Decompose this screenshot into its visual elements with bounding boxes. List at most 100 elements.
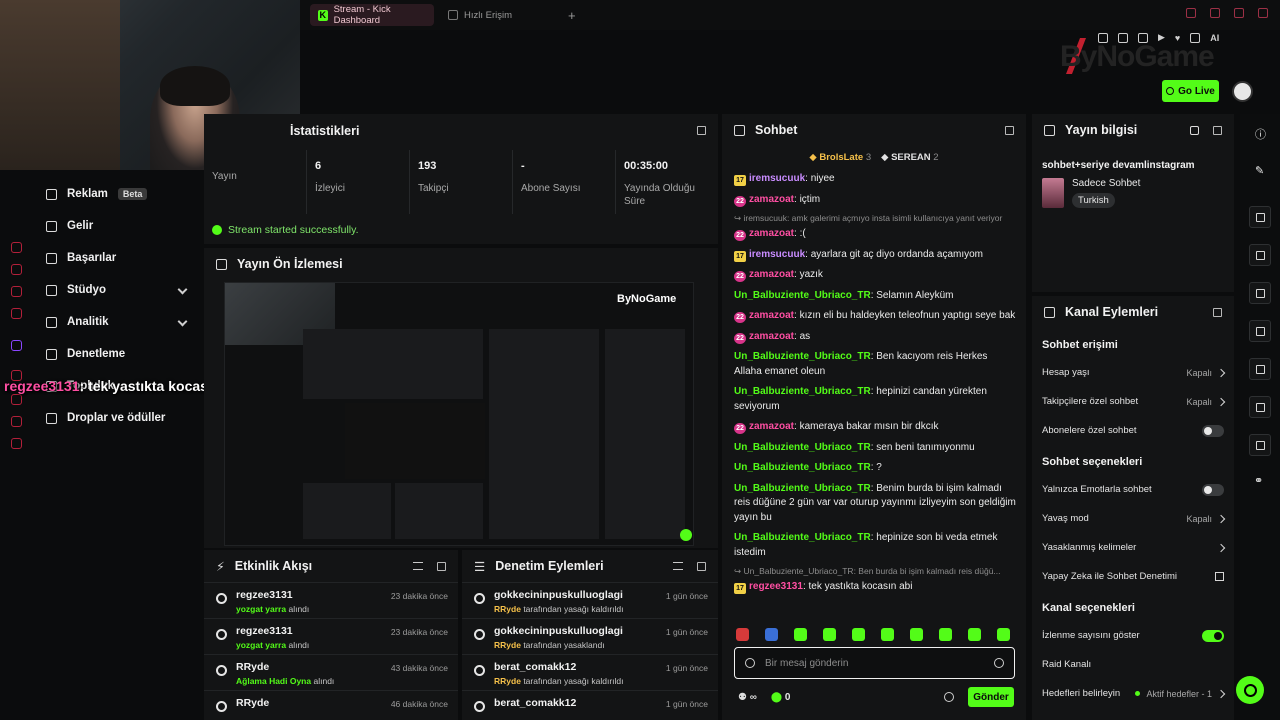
- chat-username[interactable]: iremsucuuk: [749, 249, 805, 260]
- sidebar-item-denetleme[interactable]: Denetleme: [36, 338, 196, 370]
- close-icon[interactable]: [1258, 8, 1268, 18]
- chat-username[interactable]: iremsucuuk: [749, 173, 805, 184]
- leader-1[interactable]: ◆ BrolsLate 3: [809, 152, 871, 163]
- emote-icon[interactable]: [968, 628, 981, 641]
- tab-kick-dashboard[interactable]: K Stream - Kick Dashboard: [310, 4, 434, 26]
- rail-live-icon[interactable]: [11, 242, 22, 253]
- sidebar-item-basarilar[interactable]: Başarılar: [36, 242, 196, 274]
- chat-username[interactable]: Un_Balbuziente_Ubriaco_TR: [734, 483, 871, 494]
- sidebar-item-analitik[interactable]: Analitik: [36, 306, 196, 338]
- rail-modlog-button[interactable]: [1249, 282, 1271, 304]
- rail-layout-button[interactable]: [1249, 396, 1271, 418]
- setting-row[interactable]: Hedefleri belirleyin Aktif hedefler - 1: [1032, 679, 1234, 708]
- go-live-button[interactable]: Go Live: [1162, 80, 1219, 102]
- filter-icon[interactable]: [413, 562, 423, 570]
- emote-icon[interactable]: [765, 628, 778, 641]
- rail-activity-button[interactable]: [1249, 244, 1271, 266]
- popout-icon[interactable]: [1213, 307, 1222, 317]
- popout-icon[interactable]: [697, 561, 706, 571]
- send-button[interactable]: Gönder: [968, 687, 1014, 707]
- setting-row[interactable]: İzlenme sayısını göster: [1032, 621, 1234, 650]
- rail-chat-icon[interactable]: [11, 286, 22, 297]
- avatar[interactable]: [1232, 81, 1253, 102]
- sidebar-item-droplar[interactable]: Droplar ve ödüller: [36, 402, 196, 434]
- rail-chat-button[interactable]: [1249, 320, 1271, 342]
- chat-username[interactable]: zamazoat: [749, 331, 794, 342]
- chat-username[interactable]: zamazoat: [749, 310, 794, 321]
- toggle-switch[interactable]: [1202, 424, 1224, 437]
- search-icon[interactable]: [1186, 8, 1196, 18]
- new-tab-plus-icon[interactable]: +: [568, 8, 576, 23]
- help-button[interactable]: [1236, 676, 1264, 704]
- chat-username[interactable]: Un_Balbuziente_Ubriaco_TR: [734, 442, 871, 453]
- chat-username[interactable]: zamazoat: [749, 421, 794, 432]
- chat-username[interactable]: Un_Balbuziente_Ubriaco_TR: [734, 290, 871, 301]
- emote-icon[interactable]: [736, 628, 749, 641]
- setting-row[interactable]: Yasaklanmış kelimeler: [1032, 533, 1234, 562]
- chat-username[interactable]: Un_Balbuziente_Ubriaco_TR: [734, 386, 871, 397]
- emote-icon[interactable]: [823, 628, 836, 641]
- chat-username[interactable]: Un_Balbuziente_Ubriaco_TR: [734, 532, 871, 543]
- toggle-switch[interactable]: [1202, 483, 1224, 496]
- popout-icon[interactable]: [697, 125, 706, 135]
- setting-row[interactable]: Hesap yaşı Kapalı: [1032, 358, 1234, 387]
- section-title: Kanal seçenekleri: [1042, 602, 1135, 614]
- users-infinity-icon[interactable]: ⚉ ∞: [738, 692, 757, 703]
- stream-preview-video[interactable]: ByNoGame: [224, 282, 694, 546]
- chat-username[interactable]: zamazoat: [749, 269, 794, 280]
- setting-row[interactable]: Abonelere özel sohbet: [1032, 416, 1234, 445]
- chat-input-box[interactable]: [734, 647, 1015, 679]
- timeout-icon: [474, 701, 485, 712]
- chat-mode-icon[interactable]: [745, 658, 755, 668]
- chat-username[interactable]: zamazoat: [749, 228, 794, 239]
- info-icon[interactable]: ⓘ: [1255, 126, 1266, 142]
- rail-bell-icon[interactable]: [11, 416, 22, 427]
- chat-username[interactable]: zamazoat: [749, 194, 794, 205]
- gear-icon[interactable]: [944, 692, 954, 702]
- emote-icon[interactable]: [939, 628, 952, 641]
- emote-icon[interactable]: [881, 628, 894, 641]
- minimize-icon[interactable]: [1210, 8, 1220, 18]
- pencil-icon[interactable]: ✎: [1255, 164, 1264, 177]
- maximize-icon[interactable]: [1234, 8, 1244, 18]
- toggle-switch[interactable]: [1202, 629, 1224, 642]
- share-icon[interactable]: ⚭: [1254, 474, 1263, 487]
- setting-label: Raid Kanalı: [1042, 659, 1092, 670]
- setting-row[interactable]: Takipçilere özel sohbet Kapalı: [1032, 387, 1234, 416]
- chat-username[interactable]: Un_Balbuziente_Ubriaco_TR: [734, 462, 871, 473]
- feed-detail: yozgat yarra alındı: [236, 640, 310, 650]
- emote-icon[interactable]: [997, 628, 1010, 641]
- rail-code-button[interactable]: [1249, 358, 1271, 380]
- filter-icon[interactable]: [673, 562, 683, 570]
- points-display[interactable]: ⬤ 0: [771, 692, 791, 703]
- subscriber-badge-icon: 17: [734, 250, 746, 262]
- setting-row[interactable]: Yalnızca Emotlarla sohbet: [1032, 475, 1234, 504]
- popout-icon[interactable]: [1005, 125, 1014, 135]
- feed-detail: RRyde tarafından yasağı kaldırıldı: [494, 604, 624, 614]
- tab-hizli-erisim[interactable]: Hızlı Erişim: [440, 4, 560, 26]
- popout-icon[interactable]: [1213, 125, 1222, 135]
- chat-input[interactable]: [765, 657, 975, 669]
- popout-icon[interactable]: [437, 561, 446, 571]
- leader-2[interactable]: ◆ SEREAN 2: [881, 152, 938, 163]
- rail-mail-icon[interactable]: [11, 308, 22, 319]
- rail-home-icon[interactable]: [11, 264, 22, 275]
- setting-row[interactable]: Yapay Zeka ile Sohbet Denetimi: [1032, 562, 1234, 591]
- emote-icon[interactable]: [852, 628, 865, 641]
- emote-icon[interactable]: [910, 628, 923, 641]
- rail-wrench-button[interactable]: [1249, 434, 1271, 456]
- rail-twitch-icon[interactable]: [11, 340, 22, 351]
- chat-username[interactable]: regzee3131: [749, 581, 803, 592]
- rail-settings-icon[interactable]: [11, 438, 22, 449]
- emoji-icon[interactable]: [994, 658, 1004, 668]
- edit-icon[interactable]: [1190, 125, 1199, 135]
- setting-row[interactable]: Raid Kanalı: [1032, 650, 1234, 679]
- sidebar-item-reklam[interactable]: Reklam Beta: [36, 178, 196, 210]
- rail-clock-icon[interactable]: [11, 394, 22, 405]
- setting-row[interactable]: Yavaş mod Kapalı: [1032, 504, 1234, 533]
- rail-preview-button[interactable]: [1249, 206, 1271, 228]
- chat-username[interactable]: Un_Balbuziente_Ubriaco_TR: [734, 351, 871, 362]
- emote-icon[interactable]: [794, 628, 807, 641]
- sidebar-item-studyo[interactable]: Stüdyo: [36, 274, 196, 306]
- sidebar-item-gelir[interactable]: Gelir: [36, 210, 196, 242]
